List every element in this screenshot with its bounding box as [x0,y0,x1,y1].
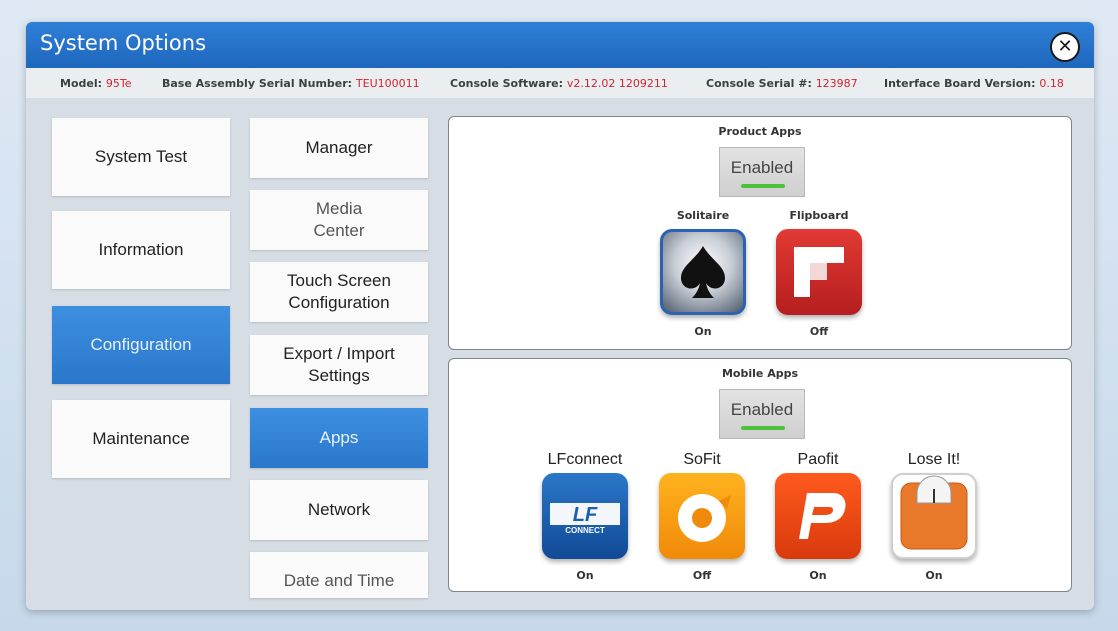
mobile-apps-heading: Mobile Apps [721,367,799,380]
sofit-icon [678,494,731,542]
svg-text:CONNECT: CONNECT [565,526,605,535]
console-software-value: v2.12.02 1209211 [566,77,668,90]
paofit-app-button[interactable] [775,473,861,559]
nav-maintenance[interactable]: Maintenance [52,400,230,478]
lfconnect-app-button[interactable]: LF CONNECT [542,473,628,559]
serial-info: Base Assembly Serial Number: TEU100011 [162,77,420,90]
solitaire-app-button[interactable] [660,229,746,315]
subnav-export-import-settings[interactable]: Export / Import Settings [250,335,428,395]
flipboard-label: Flipboard [789,209,849,222]
solitaire-label: Solitaire [676,209,730,222]
lose-it-app-button[interactable] [891,473,977,559]
window-title: System Options [40,31,207,55]
spade-icon [681,246,725,298]
mobile-apps-panel: Mobile Apps Enabled LFconnect LF CONNECT… [448,358,1072,592]
product-apps-heading: Product Apps [718,125,802,138]
interface-board-value: 0.18 [1039,77,1064,90]
nav-system-test[interactable]: System Test [52,118,230,196]
lfconnect-label: LFconnect [547,451,623,468]
subnav-media-center[interactable]: Media Center [250,190,428,250]
lfconnect-state: On [576,569,594,582]
product-apps-panel: Product Apps Enabled Solitaire On Flipbo… [448,116,1072,350]
close-button[interactable]: ✕ [1050,32,1080,62]
subnav-manager[interactable]: Manager [250,118,428,178]
system-options-window: System Options ✕ Model: 95Te Base Assemb… [26,22,1094,610]
enabled-indicator-led [741,184,785,188]
solitaire-state: On [694,325,712,338]
scale-icon [900,475,968,550]
flipboard-icon [794,247,844,297]
subnav-network[interactable]: Network [250,480,428,540]
close-icon: ✕ [1057,36,1073,57]
subnav-apps[interactable]: Apps [250,408,428,468]
model-info: Model: 95Te [60,77,132,90]
sofit-label: SoFit [683,451,721,468]
mobile-apps-enabled-toggle[interactable]: Enabled [719,389,805,439]
title-bar: System Options ✕ [26,22,1094,68]
subnav-date-and-time[interactable]: Date and Time [250,552,428,598]
enabled-indicator-led [741,426,785,430]
lfconnect-icon: LF CONNECT [550,503,620,535]
sofit-app-button[interactable] [659,473,745,559]
interface-board-info: Interface Board Version: 0.18 [884,77,1064,90]
console-serial-value: 123987 [815,77,858,90]
nav-information[interactable]: Information [52,211,230,289]
product-apps-enabled-toggle[interactable]: Enabled [719,147,805,197]
paofit-label: Paofit [797,451,839,468]
console-serial-info: Console Serial #: 123987 [706,77,858,90]
subnav-touch-screen-configuration[interactable]: Touch Screen Configuration [250,262,428,322]
nav-configuration[interactable]: Configuration [52,306,230,384]
console-software-info: Console Software: v2.12.02 1209211 [450,77,668,90]
paofit-state: On [809,569,827,582]
model-value: 95Te [105,77,132,90]
svg-text:LF: LF [573,504,598,526]
lose-it-state: On [925,569,943,582]
flipboard-state: Off [809,325,829,338]
info-bar: Model: 95Te Base Assembly Serial Number:… [26,68,1094,98]
lose-it-label: Lose It! [907,451,961,468]
sofit-state: Off [692,569,712,582]
flipboard-app-button[interactable] [776,229,862,315]
paofit-icon [799,493,846,539]
serial-value: TEU100011 [355,77,420,90]
